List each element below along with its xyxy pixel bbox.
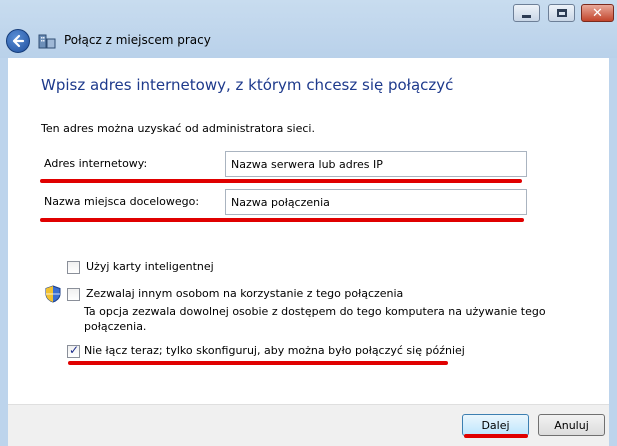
window-border-left: [0, 58, 8, 446]
wizard-footer: Dalej Anuluj: [8, 404, 609, 446]
destination-name-input[interactable]: [225, 189, 527, 215]
maximize-icon: [556, 9, 567, 17]
window-border-right: [609, 58, 617, 446]
allow-others-label[interactable]: Zezwalaj innym osobom na korzystanie z t…: [86, 287, 403, 300]
description-text: Ten adres można uzyskać od administrator…: [41, 122, 315, 135]
annotation-underline: [68, 361, 448, 365]
allow-others-checkbox[interactable]: [67, 288, 80, 301]
cancel-button[interactable]: Anuluj: [538, 414, 605, 436]
address-label: Adres internetowy:: [44, 157, 148, 170]
uac-shield-icon: [45, 285, 61, 303]
smart-card-label[interactable]: Użyj karty inteligentnej: [86, 260, 214, 273]
next-button[interactable]: Dalej: [462, 414, 529, 436]
wizard-window: ✕ Połącz z miejscem pracy Wpisz adres in…: [0, 0, 617, 446]
minimize-icon: [522, 14, 531, 18]
annotation-underline: [40, 218, 524, 222]
configure-only-label[interactable]: Nie łącz teraz; tylko skonfiguruj, aby m…: [84, 344, 465, 357]
close-button[interactable]: ✕: [581, 4, 614, 22]
maximize-button[interactable]: [548, 4, 575, 22]
wizard-title: Połącz z miejscem pracy: [64, 33, 211, 47]
annotation-underline: [464, 434, 528, 438]
page-heading: Wpisz adres internetowy, z którym chcesz…: [41, 76, 454, 94]
close-icon: ✕: [592, 5, 603, 21]
address-input[interactable]: [225, 151, 527, 177]
destination-label: Nazwa miejsca docelowego:: [44, 195, 200, 208]
allow-others-help: Ta opcja zezwala dowolnej osobie z dostę…: [84, 305, 546, 333]
workplace-network-icon: [38, 34, 56, 49]
wizard-content: Wpisz adres internetowy, z którym chcesz…: [8, 58, 609, 404]
back-button[interactable]: [6, 29, 30, 53]
annotation-underline: [40, 179, 522, 183]
configure-only-checkbox[interactable]: [67, 343, 80, 358]
smart-card-checkbox[interactable]: [67, 261, 80, 274]
minimize-button[interactable]: [513, 4, 540, 22]
back-arrow-icon: [12, 34, 25, 48]
